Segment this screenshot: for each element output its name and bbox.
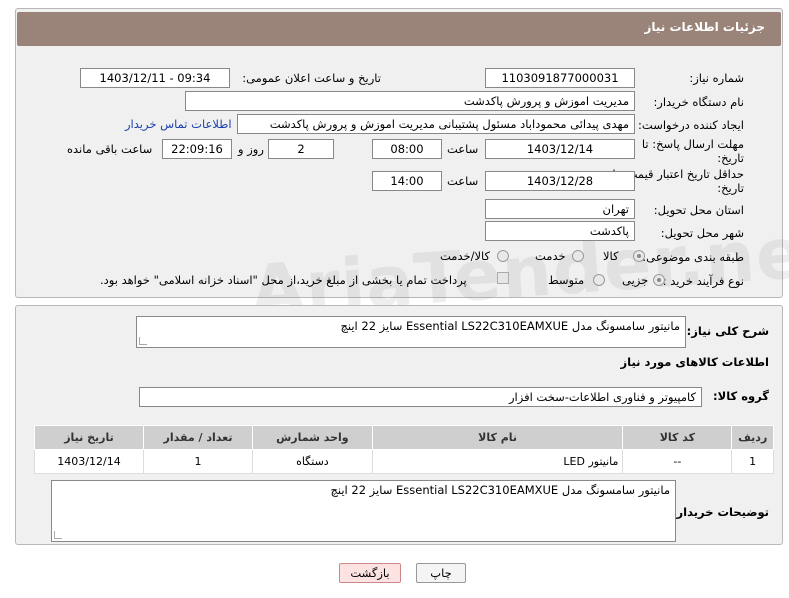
remaining-time-field[interactable]: 22:09:16 <box>162 139 232 159</box>
days-remaining-field[interactable]: 2 <box>268 139 334 159</box>
deadline-label: مهلت ارسال پاسخ: تا <box>641 137 744 151</box>
goods-group-field[interactable]: کامپیوتر و فناوری اطلاعات-سخت افزار <box>139 387 702 407</box>
category-option-goods: کالا <box>603 249 619 263</box>
goods-table-header: ردیف کد کالا نام کالا واحد شمارش تعداد /… <box>34 425 774 450</box>
city-label: شهر محل تحویل: <box>660 226 744 240</box>
col-row: ردیف <box>731 425 774 450</box>
category-radio-service[interactable] <box>572 250 584 262</box>
validity-date-field[interactable]: 1403/12/28 <box>485 171 635 191</box>
process-radio-minor[interactable] <box>653 274 665 286</box>
print-button[interactable]: چاپ <box>416 563 466 583</box>
cell-date: 1403/12/14 <box>34 449 144 474</box>
buyer-notes-label: توضیحات خریدار: <box>671 505 769 519</box>
category-radio-goods[interactable] <box>633 250 645 262</box>
resize-grip-icon[interactable] <box>139 337 147 345</box>
buyer-org-label: نام دستگاه خریدار: <box>653 95 744 109</box>
deadline-time-field[interactable]: 08:00 <box>372 139 442 159</box>
description-text: مانیتور سامسونگ مدل Essential LS22C310EA… <box>340 319 680 333</box>
deadline-time-label: ساعت <box>447 142 479 156</box>
back-button[interactable]: بازگشت <box>339 563 401 583</box>
cell-quantity: 1 <box>143 449 253 474</box>
process-label: نوع فرآیند خرید : <box>662 274 744 288</box>
announce-label: تاریخ و ساعت اعلان عمومی: <box>242 71 381 85</box>
buyer-org-field[interactable]: مدیریت اموزش و پرورش پاکدشت <box>185 91 635 111</box>
cell-row: 1 <box>731 449 774 474</box>
cell-code: -- <box>622 449 733 474</box>
validity-date-label: تاریخ: <box>717 181 744 195</box>
table-row[interactable]: 1 -- مانیتور LED دستگاه 1 1403/12/14 <box>34 449 774 474</box>
need-number-field[interactable]: 1103091877000031 <box>485 68 635 88</box>
deadline-date-label: تاریخ: <box>717 151 744 165</box>
validity-time-label: ساعت <box>447 174 479 188</box>
col-code: کد کالا <box>622 425 733 450</box>
category-option-goods-service: کالا/خدمت <box>440 249 491 263</box>
province-label: استان محل تحویل: <box>653 203 744 217</box>
process-option-medium: متوسط <box>548 273 585 287</box>
goods-section-title: اطلاعات کالاهای مورد نیاز <box>620 355 769 369</box>
need-number-label: شماره نیاز: <box>689 71 744 85</box>
category-radio-goods-service[interactable] <box>497 250 509 262</box>
description-label: شرح کلی نیاز: <box>686 324 769 338</box>
resize-grip-icon[interactable] <box>54 531 62 539</box>
col-unit: واحد شمارش <box>251 425 373 450</box>
goods-group-label: گروه کالا: <box>713 389 769 403</box>
days-label: روز و <box>238 142 264 156</box>
description-textarea[interactable]: مانیتور سامسونگ مدل Essential LS22C310EA… <box>136 316 686 348</box>
goods-table: ردیف کد کالا نام کالا واحد شمارش تعداد /… <box>34 425 774 474</box>
announce-datetime-field[interactable]: 1403/12/11 - 09:34 <box>80 68 230 88</box>
province-field[interactable]: تهران <box>485 199 635 219</box>
city-field[interactable]: پاکدشت <box>485 221 635 241</box>
contact-info-link[interactable]: اطلاعات تماس خریدار <box>125 117 232 131</box>
deadline-date-field[interactable]: 1403/12/14 <box>485 139 635 159</box>
category-option-service: خدمت <box>535 249 566 263</box>
creator-label: ایجاد کننده درخواست: <box>638 118 744 132</box>
category-label: طبقه بندی موضوعی: <box>642 250 744 264</box>
col-name: نام کالا <box>371 425 624 450</box>
cell-name: مانیتور LED <box>371 449 624 474</box>
buyer-notes-text: مانیتور سامسونگ مدل Essential LS22C310EA… <box>330 483 670 497</box>
process-option-minor: جزیی <box>622 273 649 287</box>
cell-unit: دستگاه <box>251 449 373 474</box>
remaining-time-label: ساعت باقی مانده <box>67 142 153 156</box>
creator-field[interactable]: مهدی پیدائی محموداباد مسئول پشتیبانی مدی… <box>237 114 635 134</box>
treasury-payment-note: پرداخت تمام یا بخشی از مبلغ خرید،از محل … <box>100 273 467 287</box>
treasury-payment-checkbox[interactable] <box>497 272 509 284</box>
buyer-notes-textarea[interactable]: مانیتور سامسونگ مدل Essential LS22C310EA… <box>51 480 676 542</box>
col-date: تاریخ نیاز <box>34 425 144 450</box>
col-quantity: تعداد / مقدار <box>143 425 253 450</box>
process-radio-medium[interactable] <box>593 274 605 286</box>
page-title: جزئیات اطلاعات نیاز <box>644 20 765 34</box>
validity-time-field[interactable]: 14:00 <box>372 171 442 191</box>
